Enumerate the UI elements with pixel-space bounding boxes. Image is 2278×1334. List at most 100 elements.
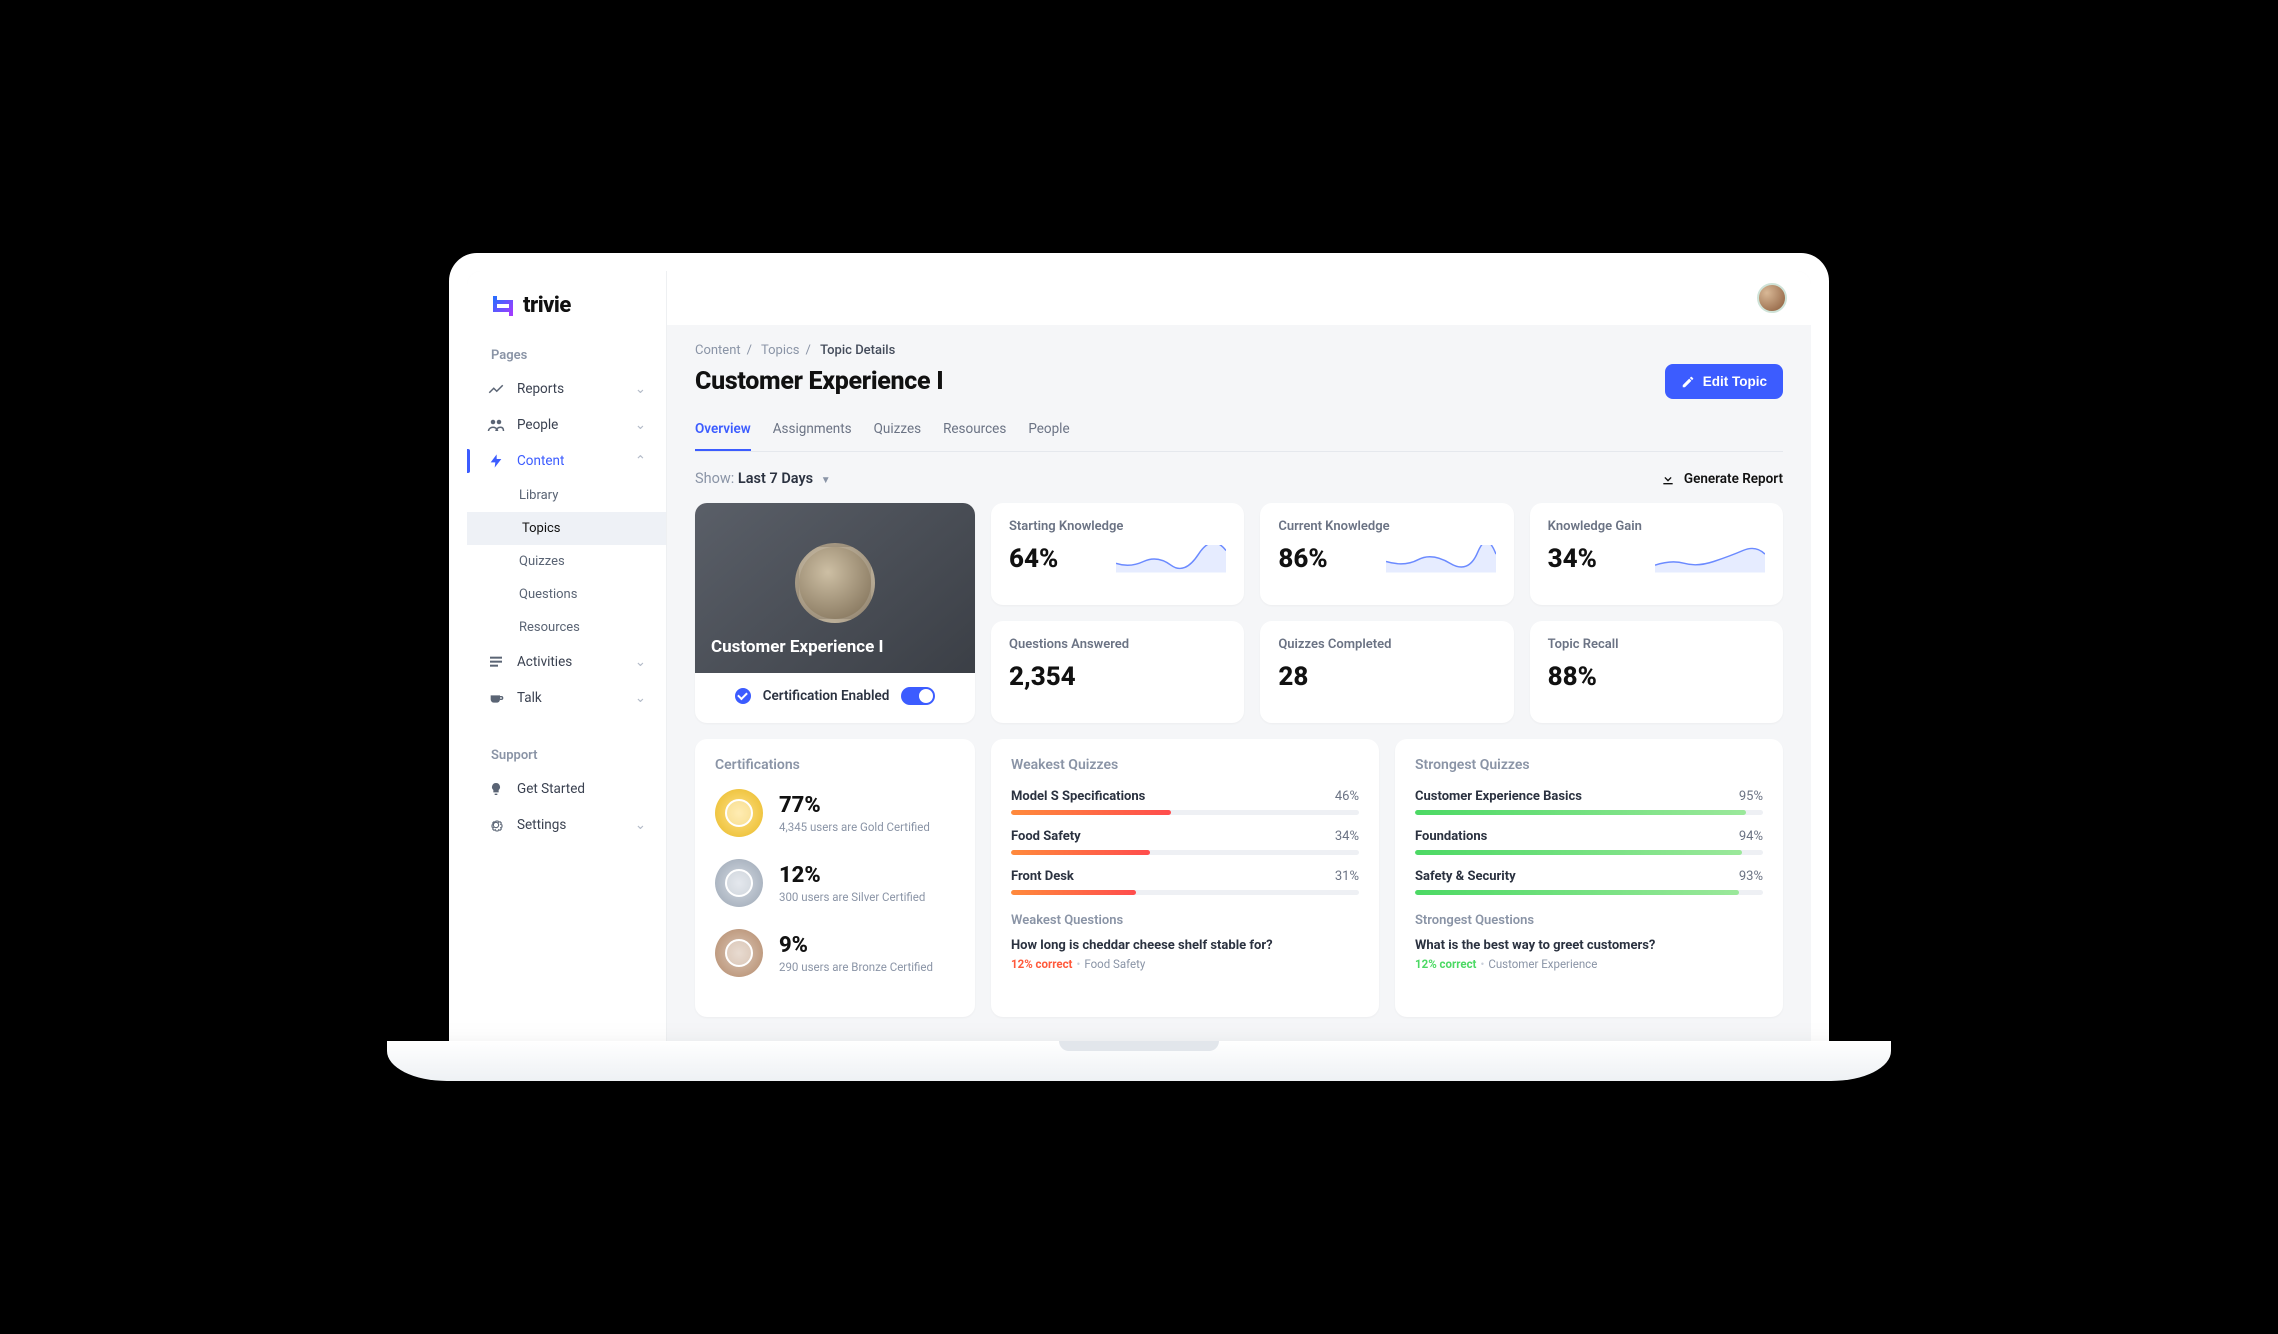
quiz-pct: 95% bbox=[1739, 789, 1763, 804]
sidebar-item-content[interactable]: Content ⌃ bbox=[467, 443, 666, 479]
strongest-quizzes-panel: Strongest Quizzes Customer Experience Ba… bbox=[1395, 739, 1783, 1017]
quiz-name: Safety & Security bbox=[1415, 869, 1516, 884]
stat-questions-answered: Questions Answered 2,354 bbox=[991, 621, 1244, 723]
tab-people[interactable]: People bbox=[1028, 413, 1069, 451]
sidebar-sub-topics[interactable]: Topics bbox=[467, 512, 666, 545]
pencil-icon bbox=[1681, 375, 1695, 389]
quiz-item[interactable]: Food Safety 34% bbox=[1011, 829, 1359, 855]
bolt-icon bbox=[487, 452, 505, 470]
chevron-down-icon: ⌄ bbox=[635, 654, 646, 670]
main-area: Content/ Topics/ Topic Details Customer … bbox=[667, 271, 1811, 1041]
quiz-name: Food Safety bbox=[1011, 829, 1081, 844]
silver-medal-icon bbox=[715, 859, 763, 907]
gold-medal-icon bbox=[715, 789, 763, 837]
quiz-item[interactable]: Foundations 94% bbox=[1415, 829, 1763, 855]
quiz-name: Front Desk bbox=[1011, 869, 1074, 884]
bulb-icon bbox=[487, 780, 505, 798]
sidebar-item-get-started[interactable]: Get Started bbox=[467, 771, 666, 807]
sparkline-icon bbox=[1116, 545, 1226, 573]
sidebar-item-talk[interactable]: Talk ⌄ bbox=[467, 680, 666, 716]
topbar bbox=[667, 271, 1811, 325]
quiz-item[interactable]: Front Desk 31% bbox=[1011, 869, 1359, 895]
sidebar-item-label: People bbox=[517, 417, 558, 433]
cert-silver: 12%300 users are Silver Certified bbox=[715, 859, 955, 907]
quiz-pct: 93% bbox=[1739, 869, 1763, 884]
tab-quizzes[interactable]: Quizzes bbox=[874, 413, 921, 451]
stat-quizzes-completed: Quizzes Completed 28 bbox=[1260, 621, 1513, 723]
sparkline-icon bbox=[1655, 545, 1765, 573]
quiz-item[interactable]: Customer Experience Basics 95% bbox=[1415, 789, 1763, 815]
sparkline-icon bbox=[1386, 545, 1496, 573]
breadcrumb-link[interactable]: Content bbox=[695, 343, 741, 358]
download-icon bbox=[1660, 471, 1676, 487]
button-label: Edit Topic bbox=[1703, 374, 1767, 389]
sidebar-item-settings[interactable]: Settings ⌄ bbox=[467, 807, 666, 843]
sidebar-item-label: Settings bbox=[517, 817, 566, 833]
tabs: Overview Assignments Quizzes Resources P… bbox=[695, 413, 1783, 452]
stat-starting-knowledge: Starting Knowledge 64% bbox=[991, 503, 1244, 605]
sidebar-section-pages: Pages bbox=[467, 338, 666, 371]
sidebar-section-support: Support bbox=[467, 738, 666, 771]
sidebar-item-label: Content bbox=[517, 453, 564, 469]
chevron-up-icon: ⌃ bbox=[635, 453, 646, 469]
sidebar-item-people[interactable]: People ⌄ bbox=[467, 407, 666, 443]
quiz-item[interactable]: Model S Specifications 46% bbox=[1011, 789, 1359, 815]
sidebar-sub-quizzes[interactable]: Quizzes bbox=[467, 545, 666, 578]
date-filter[interactable]: Show: Last 7 Days ▼ bbox=[695, 470, 831, 487]
certifications-panel: Certifications 77%4,345 users are Gold C… bbox=[695, 739, 975, 1017]
quiz-name: Foundations bbox=[1415, 829, 1487, 844]
cert-bronze: 9%290 users are Bronze Certified bbox=[715, 929, 955, 977]
stat-current-knowledge: Current Knowledge 86% bbox=[1260, 503, 1513, 605]
quiz-name: Model S Specifications bbox=[1011, 789, 1145, 804]
hero-title: Customer Experience I bbox=[711, 637, 883, 657]
logo[interactable]: trivie bbox=[467, 271, 666, 338]
sidebar-item-reports[interactable]: Reports ⌄ bbox=[467, 371, 666, 407]
generate-report-button[interactable]: Generate Report bbox=[1660, 471, 1783, 487]
breadcrumb-current: Topic Details bbox=[820, 343, 895, 358]
quiz-pct: 94% bbox=[1739, 829, 1763, 844]
sidebar-item-label: Reports bbox=[517, 381, 564, 397]
quiz-name: Customer Experience Basics bbox=[1415, 789, 1582, 804]
breadcrumb-link[interactable]: Topics bbox=[761, 343, 800, 358]
gear-icon bbox=[487, 816, 505, 834]
quiz-pct: 31% bbox=[1335, 869, 1359, 884]
stat-knowledge-gain: Knowledge Gain 34% bbox=[1530, 503, 1783, 605]
chevron-down-icon: ⌄ bbox=[635, 417, 646, 433]
certification-toggle[interactable] bbox=[901, 687, 935, 705]
breadcrumb: Content/ Topics/ Topic Details bbox=[695, 343, 1783, 358]
tab-assignments[interactable]: Assignments bbox=[773, 413, 852, 451]
cup-icon bbox=[487, 689, 505, 707]
cert-gold: 77%4,345 users are Gold Certified bbox=[715, 789, 955, 837]
chevron-down-icon: ⌄ bbox=[635, 690, 646, 706]
quiz-pct: 34% bbox=[1335, 829, 1359, 844]
tab-overview[interactable]: Overview bbox=[695, 413, 751, 451]
sidebar-item-activities[interactable]: Activities ⌄ bbox=[467, 644, 666, 680]
sidebar: trivie Pages Reports ⌄ People ⌄ Content … bbox=[467, 271, 667, 1041]
logo-text: trivie bbox=[523, 293, 571, 318]
sidebar-sub-library[interactable]: Library bbox=[467, 479, 666, 512]
sidebar-sub-resources[interactable]: Resources bbox=[467, 611, 666, 644]
page-title: Customer Experience I bbox=[695, 367, 943, 396]
list-icon bbox=[487, 653, 505, 671]
chevron-down-icon: ⌄ bbox=[635, 381, 646, 397]
logo-icon bbox=[491, 294, 515, 318]
trend-icon bbox=[487, 380, 505, 398]
topic-hero-card: Customer Experience I Certification Enab… bbox=[695, 503, 975, 723]
stat-topic-recall: Topic Recall 88% bbox=[1530, 621, 1783, 723]
quiz-pct: 46% bbox=[1335, 789, 1359, 804]
avatar[interactable] bbox=[1757, 283, 1787, 313]
edit-topic-button[interactable]: Edit Topic bbox=[1665, 364, 1783, 399]
quiz-item[interactable]: Safety & Security 93% bbox=[1415, 869, 1763, 895]
tab-resources[interactable]: Resources bbox=[943, 413, 1006, 451]
chevron-down-icon: ▼ bbox=[821, 475, 831, 486]
topic-image bbox=[795, 543, 875, 623]
weakest-quizzes-panel: Weakest Quizzes Model S Specifications46… bbox=[991, 739, 1379, 1017]
sidebar-item-label: Get Started bbox=[517, 781, 585, 797]
chevron-down-icon: ⌄ bbox=[635, 817, 646, 833]
people-icon bbox=[487, 416, 505, 434]
sidebar-item-label: Talk bbox=[517, 690, 542, 706]
sidebar-item-label: Activities bbox=[517, 654, 572, 670]
sidebar-sub-questions[interactable]: Questions bbox=[467, 578, 666, 611]
cert-enabled-label: Certification Enabled bbox=[763, 688, 890, 704]
check-badge-icon bbox=[735, 688, 751, 704]
